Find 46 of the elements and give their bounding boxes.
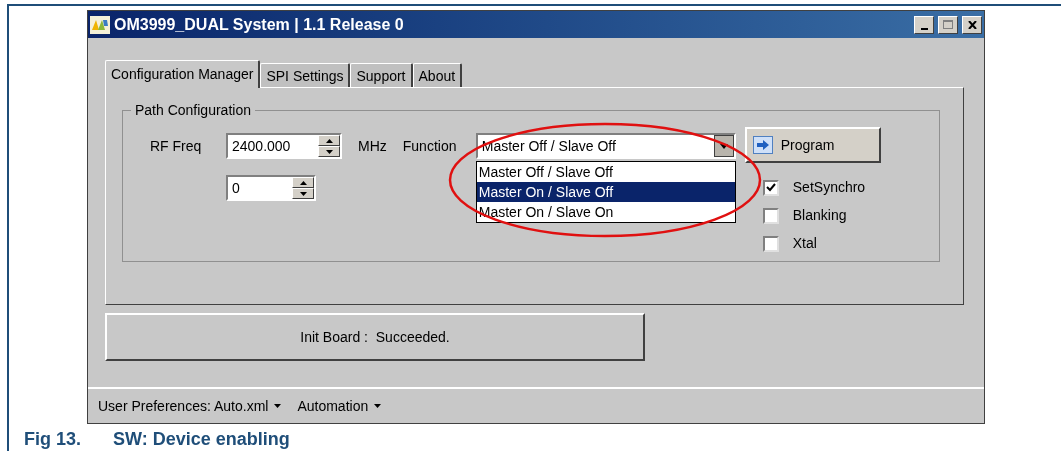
- status-bar-menu[interactable]: Automation: [297, 395, 382, 417]
- unit-label: MHz: [358, 136, 387, 156]
- spin-up-button[interactable]: [292, 177, 314, 188]
- dropdown-option[interactable]: Master On / Slave Off: [476, 182, 735, 202]
- figure-caption: SW: Device enabling: [113, 428, 290, 450]
- tab[interactable]: About: [412, 63, 463, 87]
- caret-icon: [274, 404, 282, 408]
- spin-up-button[interactable]: [318, 135, 340, 146]
- checkbox-label: Xtal: [792, 234, 817, 253]
- program-button[interactable]: Program: [744, 127, 881, 163]
- group-title: Path Configuration: [131, 101, 255, 119]
- tab[interactable]: Support: [350, 63, 413, 87]
- spin-field[interactable]: 0: [226, 175, 316, 201]
- up-arrow-icon: [325, 138, 333, 143]
- function-label: Function: [402, 136, 458, 156]
- function-dropdown[interactable]: Master Off / Slave Off: [475, 133, 736, 159]
- down-arrow-icon: [299, 191, 307, 196]
- figure-number: Fig 13.: [24, 428, 81, 450]
- tab[interactable]: Configuration Manager: [105, 60, 261, 88]
- checkbox[interactable]: [762, 235, 779, 252]
- maximize-icon: [943, 20, 953, 29]
- minimize-icon: [920, 27, 928, 30]
- checkbox[interactable]: [762, 207, 779, 224]
- tab[interactable]: SPI Settings: [260, 63, 351, 87]
- close-button[interactable]: [962, 15, 982, 34]
- close-icon: [967, 20, 977, 29]
- status-panel: Init Board : Succeeded.: [105, 313, 645, 361]
- logo-icon: [90, 15, 110, 34]
- maximize-button[interactable]: [938, 15, 958, 34]
- dropdown-option[interactable]: Master On / Slave On: [476, 202, 735, 222]
- window-title: OM3999_DUAL System | 1.1 Release 0: [114, 14, 404, 35]
- down-arrow-icon: [325, 149, 333, 154]
- up-arrow-icon: [299, 180, 307, 185]
- dropdown-option[interactable]: Master Off / Slave Off: [476, 162, 735, 182]
- checkbox-label: Blanking: [792, 206, 847, 225]
- spin-down-button[interactable]: [318, 146, 340, 157]
- status-bar-menu[interactable]: User Preferences: Auto.xml: [98, 395, 282, 417]
- checkbox[interactable]: [762, 179, 779, 196]
- check-icon: [765, 183, 776, 192]
- spin-field[interactable]: 2400.000: [226, 133, 342, 159]
- caret-icon: [719, 143, 728, 149]
- checkbox-label: SetSynchro: [792, 178, 866, 197]
- rf-freq-label: RF Freq: [150, 136, 203, 156]
- caret-icon: [374, 404, 382, 408]
- minimize-button[interactable]: [914, 15, 934, 34]
- spin-down-button[interactable]: [292, 188, 314, 199]
